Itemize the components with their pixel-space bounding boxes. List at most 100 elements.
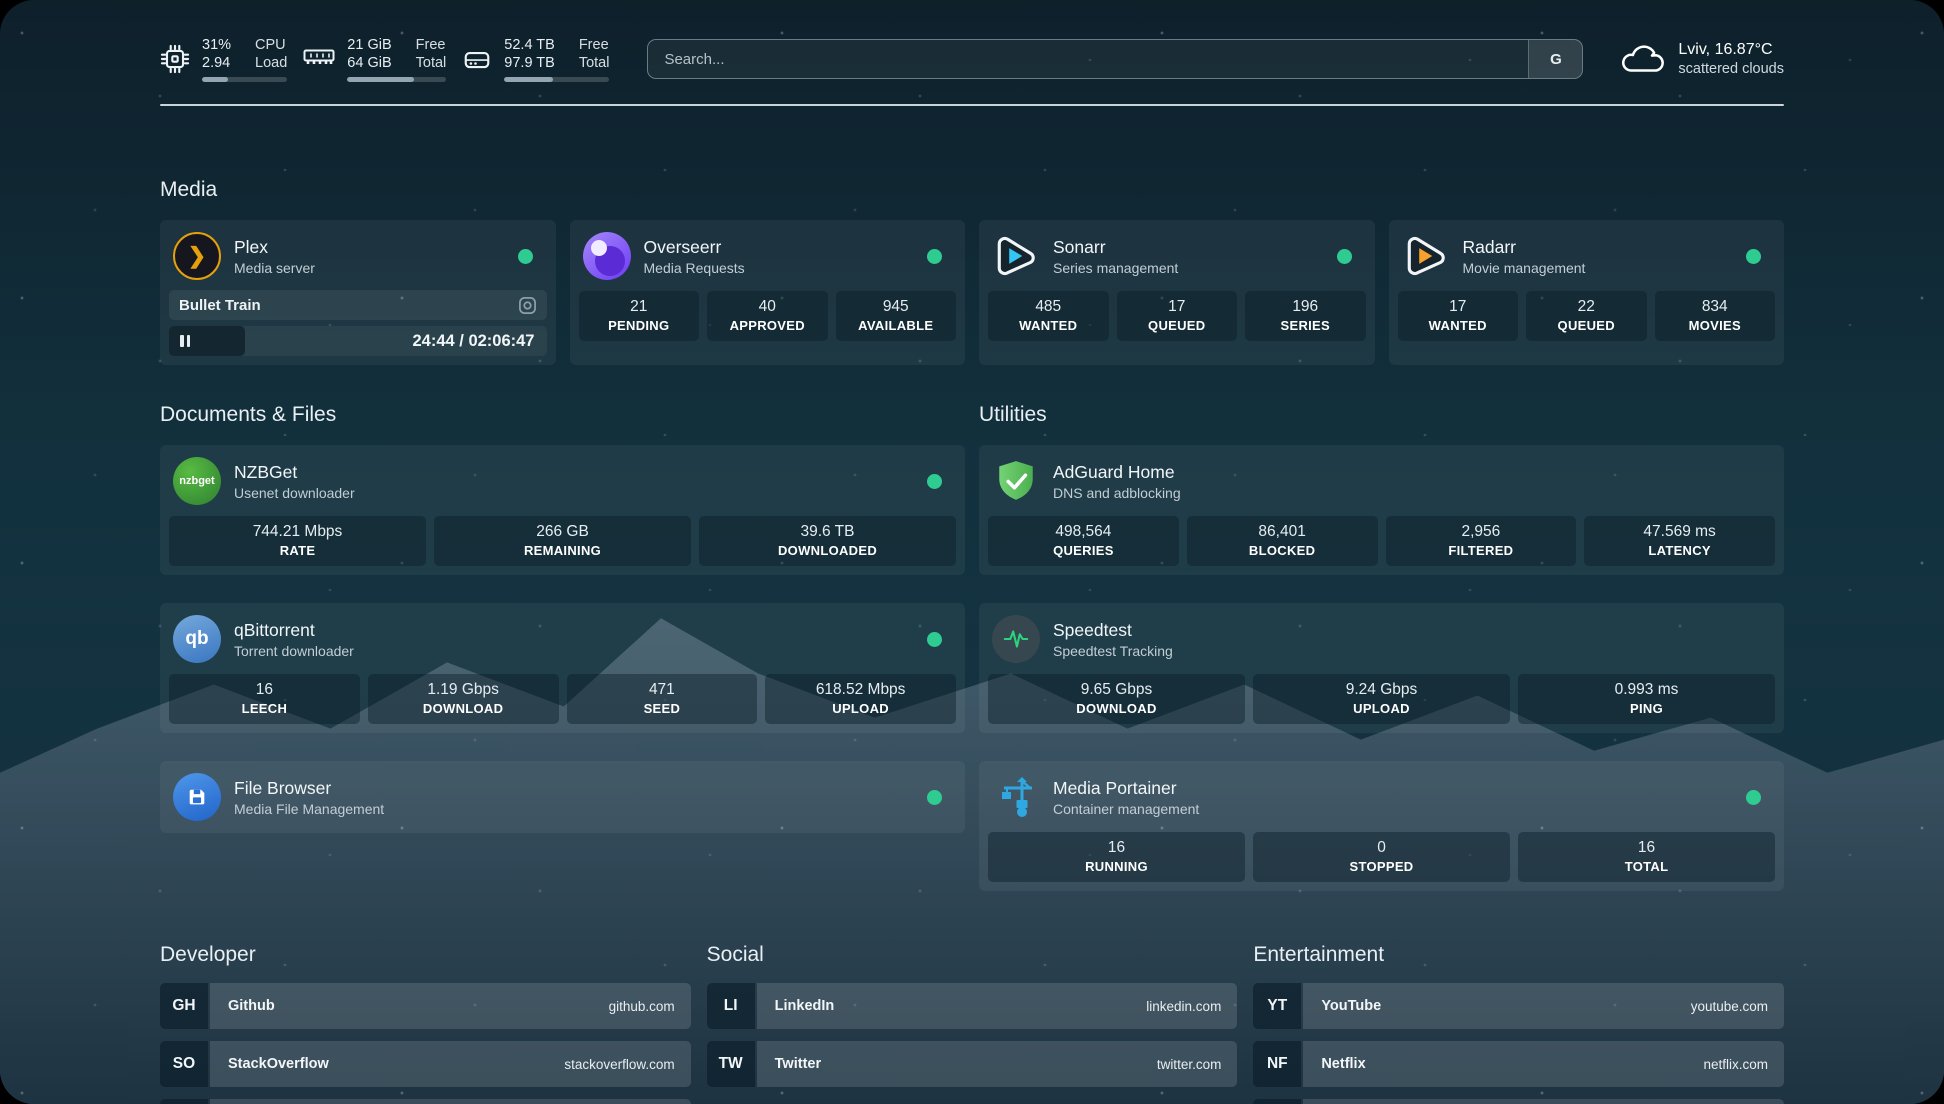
- speedtest-icon: [992, 615, 1040, 663]
- service-card-filebrowser: File Browser Media File Management: [160, 761, 965, 833]
- service-subtitle: Container management: [1053, 801, 1199, 817]
- radarr-icon: [1402, 232, 1450, 280]
- search-input[interactable]: [648, 40, 1528, 78]
- service-link-filebrowser[interactable]: File Browser Media File Management: [169, 770, 956, 824]
- service-name: NZBGet: [234, 462, 355, 483]
- stat-value: 16: [173, 681, 356, 699]
- service-subtitle: DNS and adblocking: [1053, 485, 1181, 501]
- service-card-portainer: Media Portainer Container management 16 …: [979, 761, 1784, 891]
- stat-value: 16: [1522, 839, 1771, 857]
- stat-value: 17: [1402, 298, 1515, 316]
- service-card-adguard: AdGuard Home DNS and adblocking 498,564 …: [979, 445, 1784, 575]
- stat-label: PENDING: [583, 318, 696, 333]
- memory-progress-track: [347, 77, 446, 82]
- dashboard-screen: 31% CPU 2.94 Load: [0, 0, 1944, 1104]
- service-subtitle: Media File Management: [234, 801, 384, 817]
- service-link-nzbget[interactable]: nzbget NZBGet Usenet downloader: [169, 454, 956, 508]
- stat-block: 86,401 BLOCKED: [1187, 516, 1378, 566]
- service-link-speedtest[interactable]: Speedtest Speedtest Tracking: [988, 612, 1775, 666]
- stat-value: 1.19 Gbps: [372, 681, 555, 699]
- now-playing-row: Bullet Train: [169, 290, 547, 320]
- weather-widget: Lviv, 16.87°C scattered clouds: [1619, 41, 1784, 77]
- bookmark-dev[interactable]: DT DEV dev.to: [160, 1099, 691, 1104]
- service-link-qbittorrent[interactable]: qb qBittorrent Torrent downloader: [169, 612, 956, 666]
- disk-free-value: 52.4 TB: [504, 36, 555, 54]
- service-link-sonarr[interactable]: Sonarr Series management: [988, 229, 1366, 283]
- stat-block: 0 STOPPED: [1253, 832, 1510, 882]
- bookmark-stackoverflow[interactable]: SO StackOverflow stackoverflow.com: [160, 1041, 691, 1087]
- playback-progress-bar: 24:44 / 02:06:47: [169, 326, 547, 356]
- bookmark-netflix[interactable]: NF Netflix netflix.com: [1253, 1041, 1784, 1087]
- stat-block: 0.993 ms PING: [1518, 674, 1775, 724]
- stat-label: AVAILABLE: [840, 318, 953, 333]
- section-title-developer: Developer: [160, 943, 691, 967]
- service-link-overseerr[interactable]: Overseerr Media Requests: [579, 229, 957, 283]
- stat-label: SERIES: [1249, 318, 1362, 333]
- service-name: File Browser: [234, 778, 384, 799]
- bookmark-twitter[interactable]: TW Twitter twitter.com: [707, 1041, 1238, 1087]
- status-online-dot: [1746, 249, 1761, 264]
- service-link-plex[interactable]: ❯ Plex Media server: [169, 229, 547, 283]
- qbittorrent-icon: qb: [173, 615, 221, 663]
- bookmark-reddit[interactable]: RE Reddit reddit.com: [1253, 1099, 1784, 1104]
- status-online-dot: [927, 474, 942, 489]
- stat-block: 16 TOTAL: [1518, 832, 1775, 882]
- bookmark-name: StackOverflow: [228, 1056, 329, 1072]
- cpu-usage-value: 31%: [202, 36, 231, 54]
- service-link-adguard[interactable]: AdGuard Home DNS and adblocking: [988, 454, 1775, 508]
- stat-block: 9.65 Gbps DOWNLOAD: [988, 674, 1245, 724]
- stat-label: DOWNLOADED: [703, 543, 952, 558]
- stat-label: SEED: [571, 701, 754, 716]
- disk-total-value: 97.9 TB: [504, 54, 555, 72]
- stat-label: STOPPED: [1257, 859, 1506, 874]
- service-subtitle: Speedtest Tracking: [1053, 643, 1173, 659]
- disk-total-label: Total: [579, 54, 610, 72]
- service-subtitle: Media server: [234, 260, 315, 276]
- sonarr-icon: [992, 232, 1040, 280]
- service-card-plex: ❯ Plex Media server Bullet Train: [160, 220, 556, 365]
- service-subtitle: Media Requests: [644, 260, 745, 276]
- service-subtitle: Movie management: [1463, 260, 1586, 276]
- stat-block: 618.52 Mbps UPLOAD: [765, 674, 956, 724]
- service-link-portainer[interactable]: Media Portainer Container management: [988, 770, 1775, 824]
- service-link-radarr[interactable]: Radarr Movie management: [1398, 229, 1776, 283]
- playback-progress-fill: [169, 326, 245, 356]
- stat-label: QUEUED: [1530, 318, 1643, 333]
- bookmark-abbr: DT: [160, 1099, 208, 1104]
- memory-total-label: Total: [416, 54, 447, 72]
- weather-condition: scattered clouds: [1678, 61, 1784, 77]
- bookmark-url: netflix.com: [1703, 1057, 1768, 1072]
- stat-block: 2,956 FILTERED: [1386, 516, 1577, 566]
- stat-label: PING: [1522, 701, 1771, 716]
- bookmark-name: YouTube: [1321, 998, 1381, 1014]
- bookmark-name: LinkedIn: [775, 998, 835, 1014]
- bookmark-abbr: GH: [160, 983, 208, 1029]
- bookmark-abbr: NF: [1253, 1041, 1301, 1087]
- service-card-speedtest: Speedtest Speedtest Tracking 9.65 Gbps D…: [979, 603, 1784, 733]
- stat-block: 47.569 ms LATENCY: [1584, 516, 1775, 566]
- now-playing-view-icon[interactable]: [518, 296, 537, 315]
- stat-value: 744.21 Mbps: [173, 523, 422, 541]
- bookmark-url: linkedin.com: [1146, 999, 1221, 1014]
- stat-value: 16: [992, 839, 1241, 857]
- disk-progress-fill: [504, 77, 552, 82]
- topbar-divider: [160, 104, 1784, 106]
- stat-value: 47.569 ms: [1588, 523, 1771, 541]
- stat-label: BLOCKED: [1191, 543, 1374, 558]
- status-online-dot: [1746, 790, 1761, 805]
- search-provider-button[interactable]: G: [1528, 40, 1582, 78]
- stat-label: MOVIES: [1659, 318, 1772, 333]
- stat-value: 834: [1659, 298, 1772, 316]
- cloud-icon: [1619, 42, 1665, 76]
- bookmark-youtube[interactable]: YT YouTube youtube.com: [1253, 983, 1784, 1029]
- cpu-icon: [160, 44, 190, 74]
- disk-icon: [462, 44, 492, 74]
- bookmark-linkedin[interactable]: LI LinkedIn linkedin.com: [707, 983, 1238, 1029]
- disk-widget: 52.4 TB Free 97.9 TB Total: [462, 36, 609, 82]
- weather-summary: Lviv, 16.87°C: [1678, 41, 1784, 59]
- playback-time: 24:44 / 02:06:47: [412, 326, 534, 356]
- stat-value: 266 GB: [438, 523, 687, 541]
- section-title-media: Media: [160, 178, 1784, 202]
- pause-icon: [180, 335, 190, 347]
- bookmark-github[interactable]: GH Github github.com: [160, 983, 691, 1029]
